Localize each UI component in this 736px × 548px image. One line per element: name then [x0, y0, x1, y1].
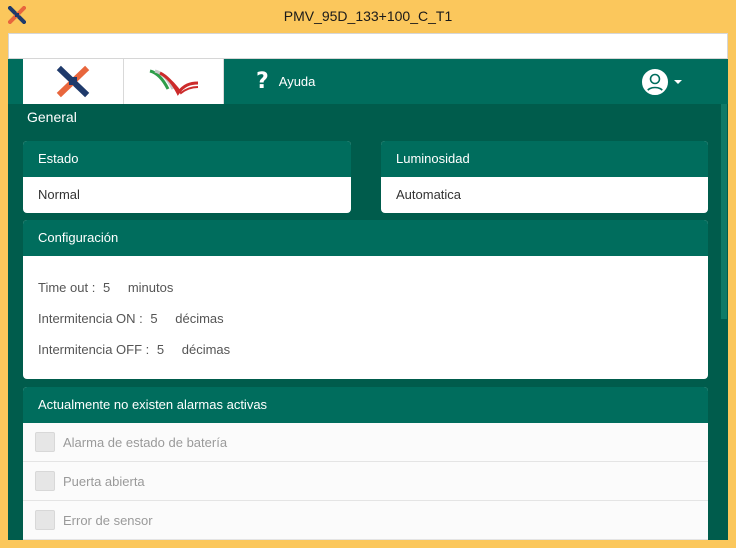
alarmas-title: Actualmente no existen alarmas activas: [23, 387, 708, 423]
window-titlebar[interactable]: PMV_95D_133+100_C_T1: [0, 0, 736, 31]
config-row-timeout: Time out : 5 minutos: [38, 272, 708, 303]
alarm-label: Error de sensor: [63, 512, 153, 528]
scrollbar-thumb[interactable]: [721, 104, 727, 319]
config-row-intermitencia-off: Intermitencia OFF : 5 décimas: [38, 334, 708, 365]
section-title: General: [27, 109, 77, 125]
alarmas-panel: Actualmente no existen alarmas activas A…: [23, 387, 708, 540]
estado-title: Estado: [23, 141, 351, 177]
question-mark-icon: ?: [256, 69, 269, 94]
window-title: PMV_95D_133+100_C_T1: [283, 8, 453, 24]
config-unit: décimas: [175, 311, 224, 326]
alarm-label: Alarma de estado de batería: [63, 434, 228, 450]
help-label: Ayuda: [278, 74, 316, 89]
nav-tab-home[interactable]: [23, 59, 124, 104]
config-label: Time out :: [38, 280, 96, 295]
user-avatar-icon: [642, 69, 668, 95]
address-bar[interactable]: [8, 33, 728, 59]
user-menu-button[interactable]: [642, 68, 682, 96]
app-content: ? Ayuda General Estado Normal Luminosida…: [8, 59, 728, 540]
luminosidad-panel: Luminosidad Automatica: [381, 141, 708, 213]
brand-logo-icon: [56, 65, 90, 98]
alarm-checkbox[interactable]: [35, 432, 55, 452]
estado-value: Normal: [38, 187, 80, 202]
config-row-intermitencia-on: Intermitencia ON : 5 décimas: [38, 303, 708, 334]
chevron-down-icon: [674, 80, 682, 84]
alarm-label: Puerta abierta: [63, 473, 145, 489]
alarm-checkbox[interactable]: [35, 510, 55, 530]
configuracion-title: Configuración: [23, 220, 708, 256]
config-value: 5: [156, 342, 165, 357]
config-label: Intermitencia OFF :: [38, 342, 150, 357]
alarm-item-bateria: Alarma de estado de batería: [23, 423, 708, 462]
help-link[interactable]: ? Ayuda: [256, 59, 315, 104]
partner-logo-icon: [149, 69, 199, 96]
navbar: ? Ayuda: [8, 59, 728, 104]
config-value: 5: [150, 311, 158, 326]
config-unit: décimas: [181, 342, 231, 357]
config-unit: minutos: [127, 280, 174, 295]
alarm-checkbox[interactable]: [35, 471, 55, 491]
configuracion-panel: Configuración Time out : 5 minutos Inter…: [23, 220, 708, 379]
config-label: Intermitencia ON :: [38, 311, 143, 326]
estado-panel: Estado Normal: [23, 141, 351, 213]
nav-tab-partner[interactable]: [124, 59, 224, 104]
luminosidad-title: Luminosidad: [381, 141, 708, 177]
config-value: 5: [102, 280, 111, 295]
alarm-item-sensor: Error de sensor: [23, 501, 708, 540]
luminosidad-value: Automatica: [396, 187, 462, 202]
alarm-item-puerta: Puerta abierta: [23, 462, 708, 501]
